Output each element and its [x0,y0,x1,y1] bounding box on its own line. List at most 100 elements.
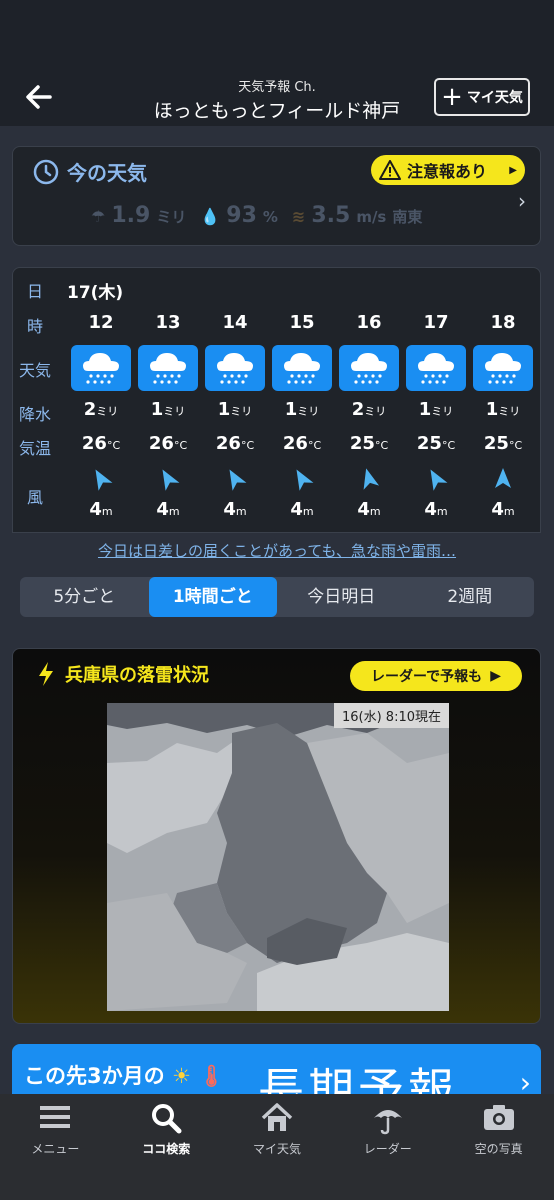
hour-value: 13 [155,312,181,333]
precip-unit: ミリ [163,405,186,418]
wind-direction-icon [430,469,448,491]
hour-value: 18 [490,312,516,333]
wind-value: 4m [204,499,266,520]
precip-amount: 1 [485,399,499,420]
hour-value: 17 [423,312,449,333]
hour-column: 14 1ミリ 26°C 4m [204,268,266,532]
precip-value: 1ミリ [472,399,534,420]
umbrella-icon [373,1110,402,1135]
rain-cloud-icon [339,345,399,391]
precip-value: 2ミリ [338,399,400,420]
temp-amount: 25 [416,433,442,454]
lightning-heading: 兵庫県の落雷状況 [37,661,209,687]
hour-value: 16 [356,312,382,333]
precip-value: 2ミリ [70,399,132,420]
warning-badge[interactable]: 注意報あり ▶ [371,155,525,185]
menu-icon [40,1106,71,1128]
hour-value: 15 [289,312,315,333]
chevron-right-icon: › [519,1066,531,1096]
long-range-forecast-banner[interactable]: この先3か月の ☀ 🌡 長期予報 › [12,1044,541,1096]
radar-forecast-button[interactable]: レーダーで予報も ▶ [350,661,522,691]
nav-label-sky-photos: 空の写真 [474,1142,523,1156]
hour-column: 17 1ミリ 25°C 4m [405,268,467,532]
lightning-title: 兵庫県の落雷状況 [65,665,209,686]
nav-my-weather[interactable]: マイ天気 [222,1094,333,1200]
hour-column: 13 1ミリ 26°C 4m [137,268,199,532]
precip-unit: ミリ [431,405,454,418]
temp-value: 26°C [271,433,333,454]
wind-speed: 4 [290,499,303,520]
wind-speed: 4 [89,499,102,520]
wind-value: 4m [271,499,333,520]
warning-icon [379,160,401,180]
current-wind-unit: m/s [356,208,387,226]
tab-hourly[interactable]: 1時間ごと [148,577,277,617]
temp-unit: °C [374,439,389,452]
wind-speed: 4 [491,499,504,520]
nav-label-my-weather: マイ天気 [252,1142,301,1156]
thermometer-icon: 🌡 [198,1064,225,1088]
precip-unit: ミリ [96,405,119,418]
precip-amount: 2 [351,399,365,420]
wind-speed: 4 [424,499,437,520]
play-icon: ▶ [490,668,501,684]
row-label-weather: 天気 [18,361,51,380]
clock-icon [33,159,59,184]
home-icon [261,1103,293,1131]
temp-value: 26°C [70,433,132,454]
precip-unit: ミリ [230,405,253,418]
wind-direction-icon [363,468,380,490]
chevron-right-icon[interactable]: › [518,189,526,213]
banner-lead: この先3か月の [24,1064,165,1088]
rain-cloud-icon [205,345,265,391]
current-humidity: 93 [226,203,257,228]
wind-direction-icon [296,469,314,491]
nav-search[interactable]: ココ検索 [111,1094,222,1200]
precip-value: 1ミリ [137,399,199,420]
forecast-summary-link[interactable]: 今日は日差しの届くことがあっても、急な雨や雷雨… [0,540,554,561]
lightning-map[interactable]: 16(水) 8:10現在 [107,703,449,1011]
current-wind: 3.5 [311,203,351,228]
precip-value: 1ミリ [405,399,467,420]
tab-5min[interactable]: 5分ごと [20,577,149,617]
temp-unit: °C [173,439,188,452]
wind-icon: ≋ [291,207,306,226]
wind-value: 4m [338,499,400,520]
nav-label-menu: メニュー [31,1142,80,1156]
row-label-temp: 気温 [18,439,51,458]
tab-today-tomorrow[interactable]: 今日明日 [277,577,406,617]
wind-value: 4m [405,499,467,520]
wind-unit: m [369,505,381,518]
hourly-table[interactable]: 日 時 天気 降水 気温 風 17(木) 12 2ミリ 26°C 4m 13 1ミリ 26°… [13,268,540,532]
temp-value: 26°C [137,433,199,454]
precip-amount: 1 [150,399,164,420]
current-weather-card[interactable]: 今の天気 注意報あり ▶ ☂ 1.9 ミリ 💧 93 % ≋ 3.5 m/s 南… [12,146,541,246]
precip-amount: 1 [284,399,298,420]
temp-amount: 25 [349,433,375,454]
nav-label-search: ココ検索 [142,1142,191,1156]
hourly-forecast-card: 日 時 天気 降水 気温 風 17(木) 12 2ミリ 26°C 4m 13 1ミリ 26°… [12,267,541,533]
prefecture-map [107,703,449,1011]
precip-value: 1ミリ [204,399,266,420]
wind-value: 4m [137,499,199,520]
nav-menu[interactable]: メニュー [0,1094,111,1200]
temp-value: 25°C [472,433,534,454]
temp-amount: 26 [282,433,308,454]
interval-tabs: 5分ごと 1時間ごと 今日明日 2週間 [20,577,534,617]
wind-unit: m [168,505,180,518]
hour-column: 18 1ミリ 25°C 4m [472,268,534,532]
nav-sky-photos[interactable]: 空の写真 [443,1094,554,1200]
temp-amount: 26 [215,433,241,454]
camera-icon [483,1105,514,1130]
row-label-precip: 降水 [18,405,51,424]
humidity-icon: 💧 [200,207,221,226]
add-my-weather-button[interactable]: + マイ天気 [434,78,530,116]
current-weather-title: 今の天気 [67,161,147,185]
hour-column: 16 2ミリ 25°C 4m [338,268,400,532]
nav-radar[interactable]: レーダー [332,1094,443,1200]
tab-2weeks[interactable]: 2週間 [406,577,535,617]
radar-forecast-label: レーダーで予報も [371,669,483,685]
nav-label-radar: レーダー [363,1142,412,1156]
temp-unit: °C [106,439,121,452]
temp-value: 25°C [338,433,400,454]
